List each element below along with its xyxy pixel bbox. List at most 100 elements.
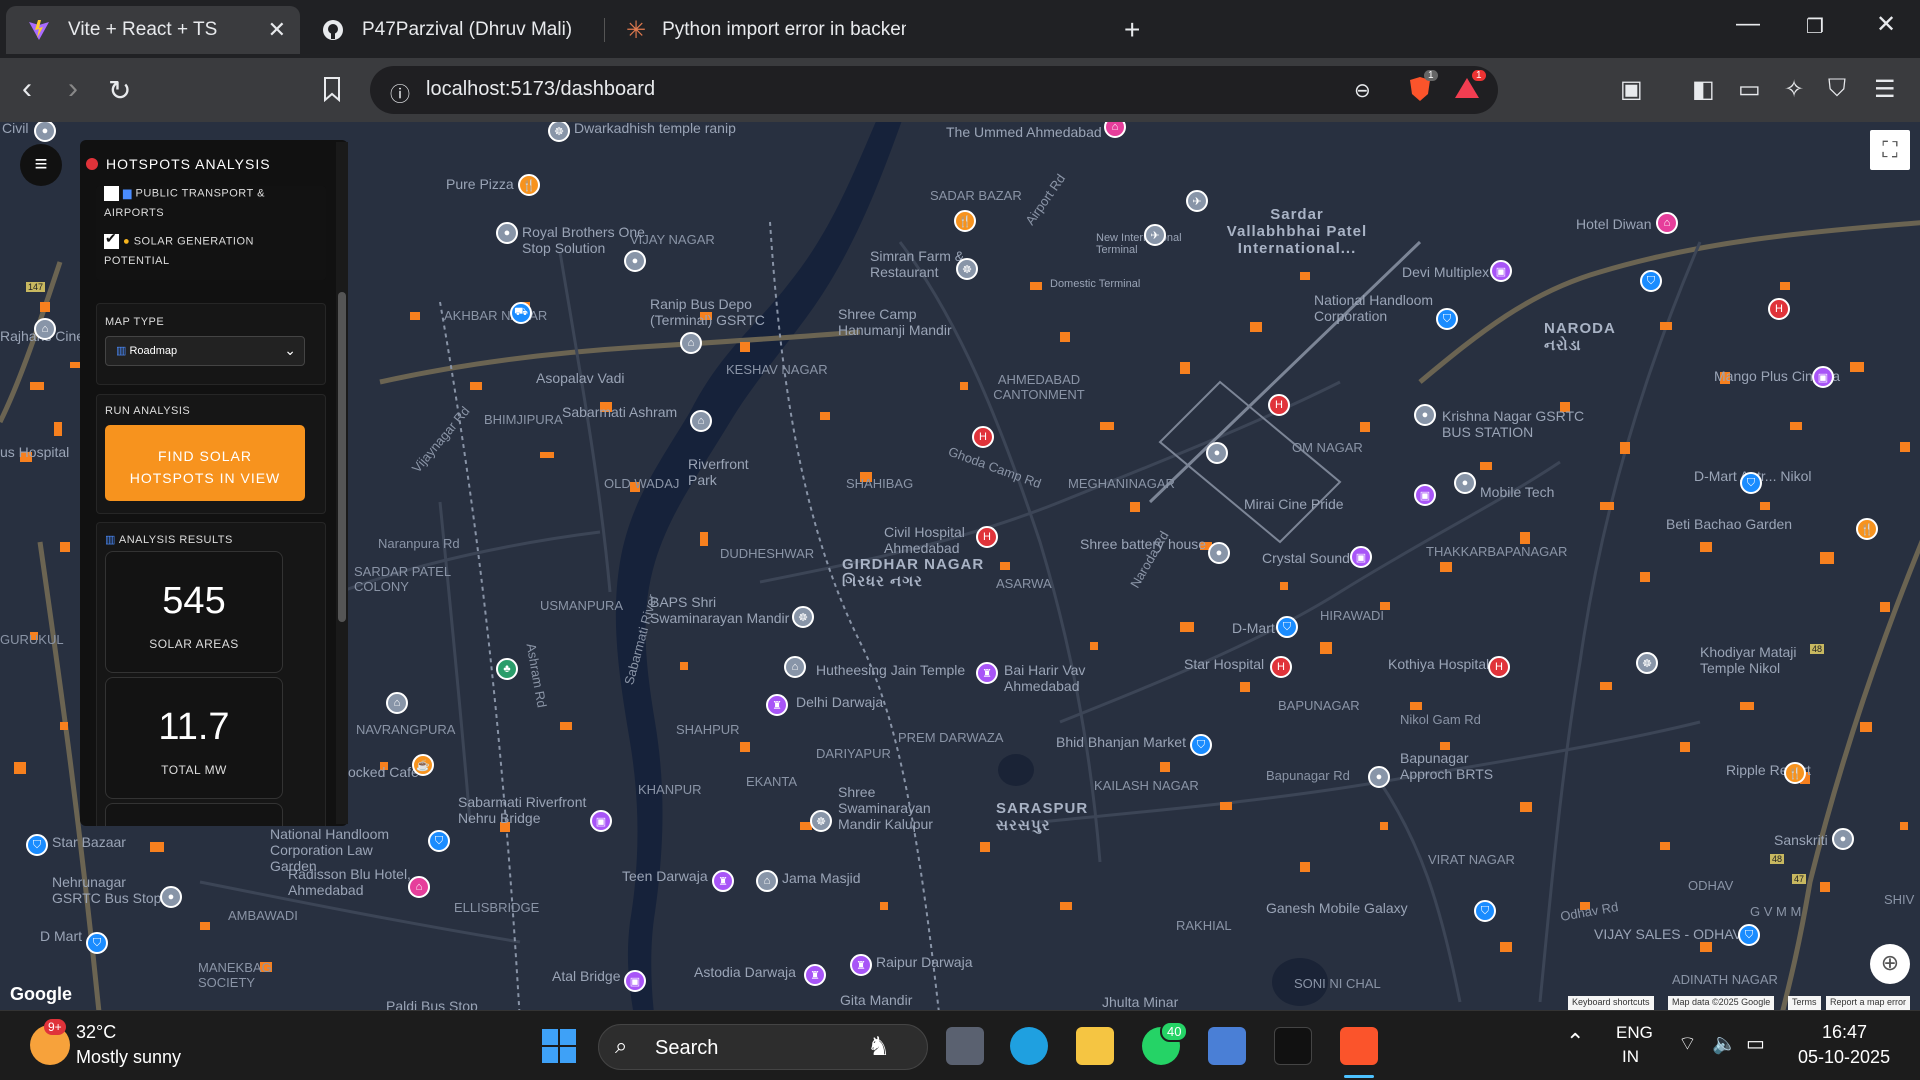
place-pin[interactable]: ● — [624, 250, 646, 272]
restaurant-pin[interactable]: 🍴 — [1784, 762, 1806, 784]
transport-checkbox[interactable] — [104, 186, 119, 201]
brave-icon[interactable] — [1340, 1027, 1378, 1065]
restaurant-pin[interactable]: 🍴 — [954, 210, 976, 232]
landmark-pin[interactable]: ♜ — [976, 662, 998, 684]
close-tab-icon[interactable]: ✕ — [268, 17, 286, 43]
landmark-pin[interactable]: ▣ — [624, 970, 646, 992]
hospital-pin[interactable]: H — [1268, 394, 1290, 416]
tab-github[interactable]: P47Parzival (Dhruv Mali) — [300, 6, 600, 54]
taskbar-search[interactable]: ⌕ Search ♞ — [598, 1024, 928, 1070]
hospital-pin[interactable]: H — [976, 526, 998, 548]
bookmark-icon[interactable] — [322, 76, 342, 109]
find-hotspots-button[interactable]: FIND SOLAR HOTSPOTS IN VIEW — [105, 425, 305, 501]
scrollbar-thumb[interactable] — [338, 292, 346, 622]
cafe-pin[interactable]: ☕ — [412, 754, 434, 776]
restaurant-pin[interactable]: 🍴 — [518, 174, 540, 196]
shopping-pin[interactable]: ⛉ — [1190, 734, 1212, 756]
solar-checkbox[interactable]: ✔ — [104, 230, 119, 249]
landmark-pin[interactable]: ♜ — [712, 870, 734, 892]
tab-claude[interactable]: ✳ Python import error in backend - Cla — [606, 6, 906, 54]
zoom-icon[interactable]: ⊖ — [1354, 78, 1371, 103]
clock-date[interactable]: 05-10-2025 — [1798, 1047, 1890, 1068]
close-window-button[interactable]: ✕ — [1876, 10, 1896, 39]
hospital-pin[interactable]: H — [1270, 656, 1292, 678]
landmark-pin[interactable]: ▣ — [590, 810, 612, 832]
bus-stop-pin[interactable]: ● — [160, 886, 182, 908]
park-pin[interactable]: ♣ — [496, 658, 518, 680]
app-icon[interactable] — [1208, 1027, 1246, 1065]
shopping-pin[interactable]: ⛉ — [1740, 472, 1762, 494]
temple-pin[interactable]: ⌂ — [784, 656, 806, 678]
place-pin[interactable]: ☸ — [1636, 652, 1658, 674]
place-pin[interactable]: ● — [1454, 472, 1476, 494]
shopping-pin[interactable]: ⛉ — [1474, 900, 1496, 922]
wifi-icon[interactable]: ⌔ — [1678, 1031, 1697, 1056]
fullscreen-button[interactable]: ⛶ — [1870, 130, 1910, 170]
shopping-pin[interactable]: ⛉ — [1738, 924, 1760, 946]
task-view-icon[interactable] — [946, 1027, 984, 1065]
entertainment-pin[interactable]: ▣ — [1490, 260, 1512, 282]
landmark-pin[interactable]: ♜ — [850, 954, 872, 976]
place-pin[interactable]: ● — [1368, 766, 1390, 788]
terms-link[interactable]: Terms — [1788, 996, 1821, 1010]
app-icon[interactable] — [1274, 1027, 1312, 1065]
panel-scrollbar[interactable] — [336, 142, 348, 824]
site-info-icon[interactable]: ⓘ — [390, 78, 410, 107]
place-pin[interactable]: ● — [1206, 442, 1228, 464]
wallet-icon[interactable]: ▭ — [1738, 75, 1761, 104]
school-pin[interactable]: ⌂ — [386, 692, 408, 714]
forward-button[interactable]: › — [68, 72, 78, 106]
temple-pin[interactable]: ☸ — [792, 606, 814, 628]
back-button[interactable]: ‹ — [22, 72, 32, 106]
edge-icon[interactable] — [1010, 1027, 1048, 1065]
landmark-pin[interactable]: ♜ — [804, 964, 826, 986]
sidebar-icon[interactable]: ◧ — [1692, 75, 1715, 104]
map-type-select[interactable]: ▥ Roadmap ⌄ — [105, 336, 305, 366]
my-location-button[interactable]: ⊕ — [1870, 944, 1910, 984]
restore-button[interactable]: ❐ — [1806, 14, 1824, 39]
clock-time[interactable]: 16:47 — [1822, 1022, 1867, 1043]
layer-transport[interactable]: ▆ PUBLIC TRANSPORT & AIRPORTS — [104, 186, 265, 219]
hospital-pin[interactable]: H — [1488, 656, 1510, 678]
chevron-up-icon[interactable]: ⌃ — [1566, 1029, 1584, 1055]
hospital-pin[interactable]: H — [1768, 298, 1790, 320]
place-pin[interactable]: ☸ — [956, 258, 978, 280]
lang-line1[interactable]: ENG — [1616, 1023, 1653, 1043]
menu-icon[interactable]: ☰ — [1874, 75, 1896, 104]
hotel-pin[interactable]: ⌂ — [1656, 212, 1678, 234]
volume-icon[interactable]: 🔈 — [1712, 1031, 1737, 1056]
shopping-pin[interactable]: ⛉ — [1276, 616, 1298, 638]
landmark-pin[interactable]: ♜ — [766, 694, 788, 716]
place-pin[interactable]: ● — [1832, 828, 1854, 850]
shopping-pin[interactable]: ⛉ — [428, 830, 450, 852]
shopping-pin[interactable]: ⛉ — [26, 834, 48, 856]
place-pin[interactable]: ⌂ — [34, 318, 56, 340]
menu-toggle-button[interactable]: ≡ — [20, 144, 62, 186]
lang-line2[interactable]: IN — [1622, 1047, 1639, 1067]
place-pin[interactable]: ● — [1208, 542, 1230, 564]
transit-pin[interactable]: ⛟ — [510, 302, 532, 324]
reader-mode-icon[interactable]: ▣ — [1620, 75, 1643, 104]
mosque-pin[interactable]: ⌂ — [756, 870, 778, 892]
hospital-pin[interactable]: H — [972, 426, 994, 448]
leo-ai-icon[interactable]: ✧ — [1784, 75, 1804, 104]
shopping-pin[interactable]: ⛉ — [1640, 270, 1662, 292]
new-tab-button[interactable]: + — [1124, 14, 1140, 46]
minimize-button[interactable]: — — [1736, 10, 1760, 38]
entertainment-pin[interactable]: ▣ — [1350, 546, 1372, 568]
windows-start-icon[interactable] — [540, 1027, 578, 1065]
place-pin[interactable]: ● — [496, 222, 518, 244]
tab-vite[interactable]: Vite + React + TS ✕ — [6, 6, 300, 54]
file-explorer-icon[interactable] — [1076, 1027, 1114, 1065]
restaurant-pin[interactable]: 🍴 — [1856, 518, 1878, 540]
shopping-pin[interactable]: ⛉ — [86, 932, 108, 954]
layer-solar[interactable]: ✔ ● SOLAR GENERATION POTENTIAL — [104, 230, 254, 267]
report-error-link[interactable]: Report a map error — [1826, 996, 1911, 1010]
address-bar[interactable]: ⓘ localhost:5173/dashboard ⊖ 1 1 — [370, 66, 1498, 114]
entertainment-pin[interactable]: ▣ — [1812, 366, 1834, 388]
keyboard-shortcuts-link[interactable]: Keyboard shortcuts — [1568, 996, 1654, 1010]
temple-pin[interactable]: ☸ — [810, 810, 832, 832]
airport-pin[interactable]: ✈ — [1144, 224, 1166, 246]
place-pin[interactable]: ● — [1414, 404, 1436, 426]
shopping-pin[interactable]: ⛉ — [1436, 308, 1458, 330]
